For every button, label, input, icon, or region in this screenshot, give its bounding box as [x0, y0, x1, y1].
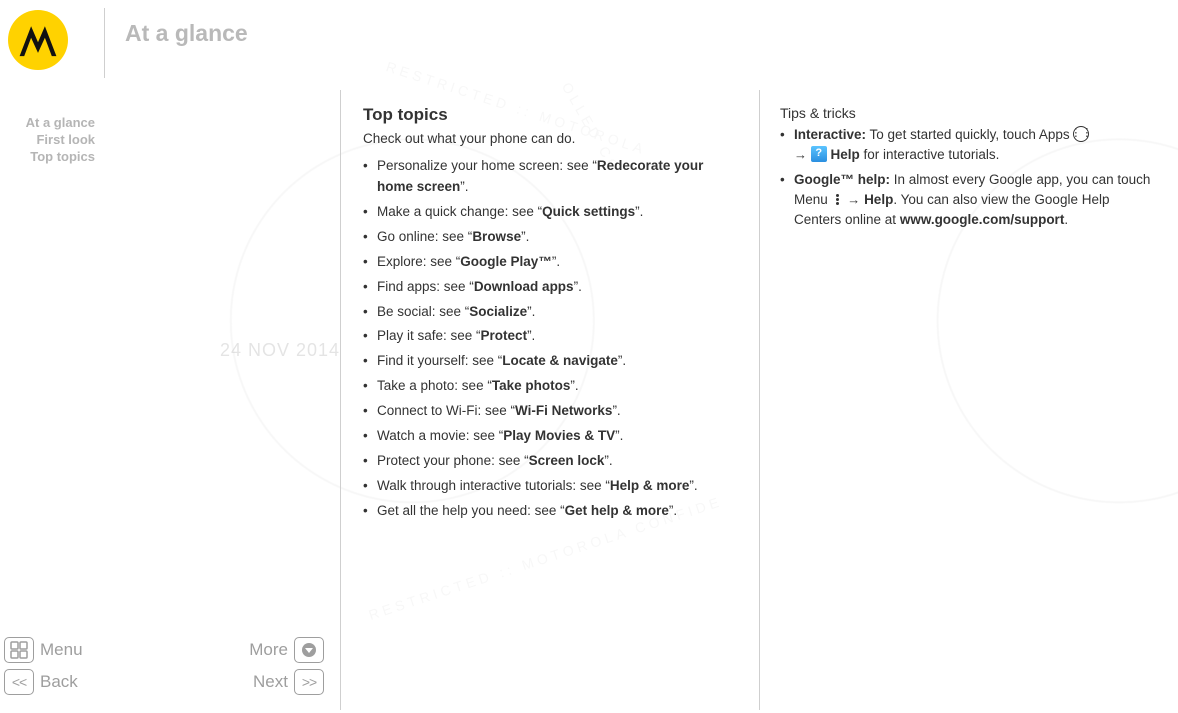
topic-link[interactable]: Wi-Fi Networks [515, 403, 612, 418]
nav-menu[interactable]: Menu [4, 637, 83, 663]
topic-item: Connect to Wi-Fi: see “Wi-Fi Networks”. [363, 401, 737, 422]
sidebar-item-top-topics[interactable]: Top topics [0, 149, 95, 166]
main-column: Top topics Check out what your phone can… [340, 90, 760, 710]
header-divider [104, 8, 105, 78]
topic-link[interactable]: Download apps [474, 279, 574, 294]
motorola-logo [8, 10, 68, 70]
nav-next[interactable]: Next >> [253, 669, 324, 695]
topic-link[interactable]: Google Play™ [460, 254, 552, 269]
nav-more[interactable]: More [249, 637, 324, 663]
topic-item: Go online: see “Browse”. [363, 227, 737, 248]
nav-back[interactable]: << Back [4, 669, 78, 695]
tip-google-help: Google™ help: In almost every Google app… [780, 170, 1160, 229]
sidebar-nav: At a glance First look Top topics [0, 115, 95, 166]
topic-item: Take a photo: see “Take photos”. [363, 376, 737, 397]
next-icon: >> [294, 669, 324, 695]
more-icon [294, 637, 324, 663]
topic-item: Watch a movie: see “Play Movies & TV”. [363, 426, 737, 447]
sidebar-item-first-look[interactable]: First look [0, 132, 95, 149]
menu-icon [4, 637, 34, 663]
section-heading: Top topics [363, 105, 737, 125]
bottom-nav: Menu More << Back Next >> [4, 637, 324, 701]
tip-lead: Interactive: [794, 127, 866, 142]
menu-icon [832, 192, 844, 206]
back-icon: << [4, 669, 34, 695]
page-title: At a glance [125, 20, 248, 47]
tip-interactive: Interactive: To get started quickly, tou… [780, 125, 1160, 164]
watermark-date: 24 NOV 2014 [220, 340, 340, 361]
topic-link[interactable]: Get help & more [565, 503, 669, 518]
sidebar-item-at-a-glance[interactable]: At a glance [0, 115, 95, 132]
topic-link[interactable]: Locate & navigate [502, 353, 618, 368]
topic-link[interactable]: Quick settings [542, 204, 635, 219]
topic-item: Get all the help you need: see “Get help… [363, 501, 737, 522]
topic-item: Explore: see “Google Play™”. [363, 252, 737, 273]
topic-link[interactable]: Take photos [492, 378, 571, 393]
tips-column: Tips & tricks Interactive: To get starte… [780, 105, 1170, 235]
topic-item: Play it safe: see “Protect”. [363, 326, 737, 347]
topic-item: Find it yourself: see “Locate & navigate… [363, 351, 737, 372]
topic-item: Walk through interactive tutorials: see … [363, 476, 737, 497]
topic-link[interactable]: Play Movies & TV [503, 428, 615, 443]
tips-heading: Tips & tricks [780, 105, 1160, 121]
apps-icon: ⋮⋮ [1073, 126, 1089, 142]
topic-item: Protect your phone: see “Screen lock”. [363, 451, 737, 472]
tip-lead: Google™ help: [794, 172, 890, 187]
topic-link[interactable]: Browse [472, 229, 521, 244]
topic-item: Be social: see “Socialize”. [363, 302, 737, 323]
topic-item: Personalize your home screen: see “Redec… [363, 156, 737, 198]
help-icon: ? [811, 146, 827, 162]
topic-list: Personalize your home screen: see “Redec… [363, 156, 737, 522]
topic-link[interactable]: Help & more [610, 478, 690, 493]
topic-item: Find apps: see “Download apps”. [363, 277, 737, 298]
section-intro: Check out what your phone can do. [363, 131, 737, 146]
topic-link[interactable]: Screen lock [529, 453, 605, 468]
topic-link[interactable]: Socialize [469, 304, 527, 319]
topic-link[interactable]: Protect [481, 328, 528, 343]
topic-item: Make a quick change: see “Quick settings… [363, 202, 737, 223]
